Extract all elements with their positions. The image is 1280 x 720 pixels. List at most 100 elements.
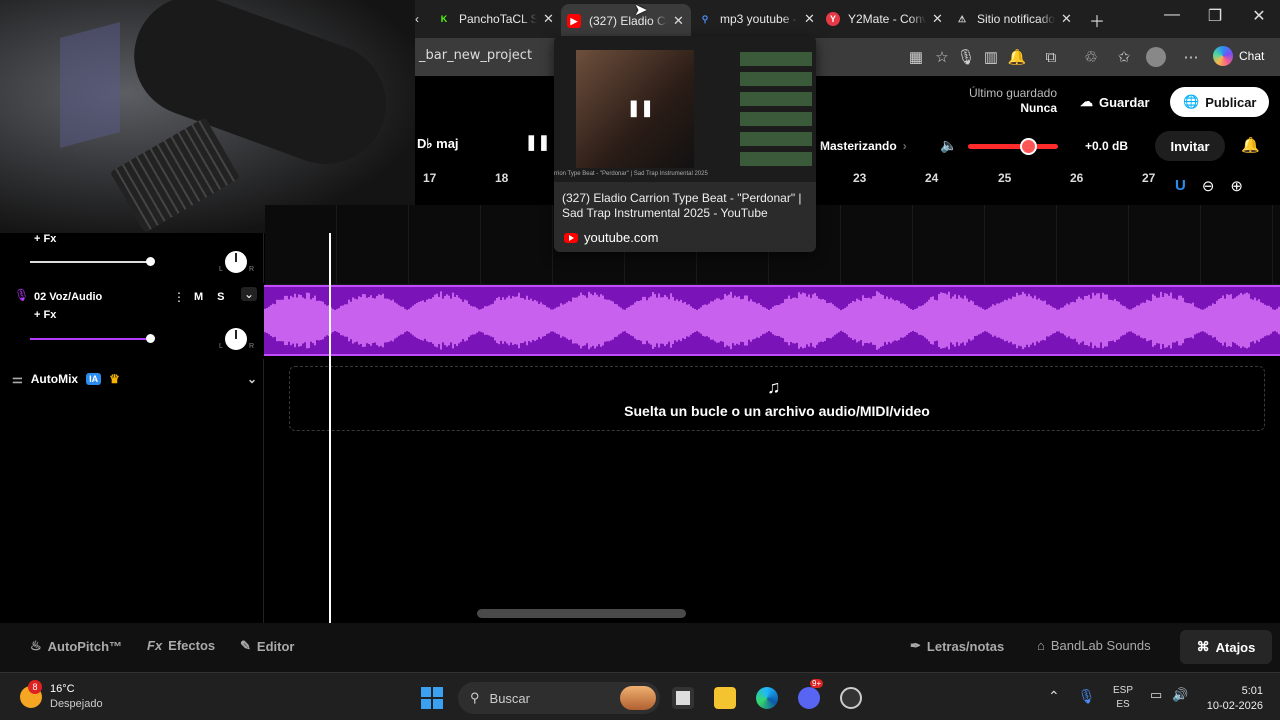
alert-bell-icon[interactable]: 🔔 xyxy=(1006,46,1028,68)
volume-slider[interactable] xyxy=(30,338,150,340)
favorites-icon[interactable]: ✩ xyxy=(1113,46,1135,68)
ruler-mark: 17 xyxy=(423,171,437,185)
tab-preview-tooltip: ❚❚ rrion Type Beat - "Perdonar" | Sad Tr… xyxy=(554,36,816,252)
reader-icon[interactable]: ▥ xyxy=(980,46,1002,68)
mastering-toggle[interactable]: Masterizando › xyxy=(820,139,907,153)
task-view-icon[interactable] xyxy=(672,687,694,709)
ruler-mark: 24 xyxy=(925,171,939,185)
volume-slider-knob[interactable] xyxy=(146,257,155,266)
pencil-icon: ✎ xyxy=(240,638,251,653)
key-signature[interactable]: D♭ maj xyxy=(417,136,459,152)
close-tab-icon[interactable]: ✕ xyxy=(804,11,815,27)
shortcuts-button[interactable]: ⌘ Atajos xyxy=(1180,630,1272,664)
solo-button[interactable]: S xyxy=(217,291,224,303)
split-screen-icon[interactable]: ▦ xyxy=(905,46,927,68)
new-tab-button[interactable]: ＋ xyxy=(1085,8,1109,32)
windows-start-icon[interactable] xyxy=(421,687,443,709)
track-menu-icon[interactable]: ⋮ xyxy=(173,290,185,304)
publish-button[interactable]: 🌐 Publicar xyxy=(1170,87,1270,117)
lyrics-notes-button[interactable]: ✒ Letras/notas xyxy=(910,638,1004,654)
ai-badge: IA xyxy=(86,373,102,385)
weather-widget[interactable]: 8 16°C Despejado xyxy=(20,680,103,712)
language-indicator[interactable]: ESP ES xyxy=(1113,684,1133,712)
ruler-mark: 26 xyxy=(1070,171,1084,185)
chevron-down-icon[interactable]: ⌄ xyxy=(241,287,258,301)
kick-icon: K xyxy=(440,14,448,24)
chevron-down-icon[interactable]: ⌄ xyxy=(247,372,257,386)
playhead[interactable] xyxy=(329,233,331,623)
profile-avatar[interactable] xyxy=(1146,47,1166,67)
tab-youtube[interactable]: ▶ (327) Eladio Car ✕ xyxy=(561,4,691,38)
read-aloud-icon[interactable]: 🎙 xyxy=(955,46,977,68)
discord-icon[interactable]: 9+ xyxy=(798,679,824,709)
close-tab-icon[interactable]: ✕ xyxy=(932,11,943,27)
add-fx-button[interactable]: + Fx xyxy=(34,233,56,245)
system-clock[interactable]: 5:01 10-02-2026 xyxy=(1203,684,1263,714)
ruler-mark: 18 xyxy=(495,171,509,185)
drop-zone[interactable]: ♫ Suelta un bucle o un archivo audio/MID… xyxy=(289,366,1265,431)
chevron-up-icon[interactable]: ⌃ xyxy=(1048,688,1060,705)
file-explorer-icon[interactable] xyxy=(714,687,736,709)
network-icon[interactable]: ▭ xyxy=(1150,687,1162,703)
edge-browser-icon[interactable] xyxy=(756,687,778,709)
tab-kick[interactable]: K PanchoTaCL Str ✕ xyxy=(437,6,554,32)
mute-button[interactable]: M xyxy=(194,291,203,303)
tuning-icon: ♨ xyxy=(30,638,42,653)
browser-essentials-icon[interactable]: ♲ xyxy=(1080,46,1102,68)
horizontal-scrollbar[interactable] xyxy=(477,609,686,618)
tab-search[interactable]: ⚲ mp3 youtube - ✕ xyxy=(698,6,815,32)
mouse-cursor: ➤ xyxy=(634,2,648,19)
master-volume-slider[interactable] xyxy=(968,138,1058,155)
volume-slider-knob[interactable] xyxy=(146,334,155,343)
url-field[interactable]: _bar_new_project xyxy=(419,48,532,63)
volume-icon[interactable]: 🔊 xyxy=(1172,687,1188,703)
pause-icon[interactable]: ❚❚ xyxy=(525,133,550,151)
audio-clip-voz[interactable] xyxy=(263,285,1280,356)
zoom-out-icon[interactable]: ⊖ xyxy=(1202,177,1215,195)
youtube-icon: ▶ xyxy=(567,14,581,28)
automix-row[interactable]: ⚌ AutoMix IA ♛ ⌄ xyxy=(12,372,257,386)
save-button[interactable]: ☁ Guardar xyxy=(1068,87,1162,117)
editor-button[interactable]: ✎ Editor xyxy=(240,638,294,654)
windows-taskbar: 8 16°C Despejado ⚲ Buscar 9+ ⌃ 🎙 ESP ES ▭… xyxy=(0,672,1280,720)
volume-slider[interactable] xyxy=(30,261,150,263)
studio-header: Último guardado Nunca ☁ Guardar 🌐 Public… xyxy=(415,76,1280,171)
microphone-icon[interactable]: 🎙 xyxy=(1078,688,1096,705)
speaker-icon[interactable]: 🔈 xyxy=(940,137,957,154)
invite-button[interactable]: Invitar xyxy=(1155,131,1225,161)
volume-db-readout: +0.0 dB xyxy=(1085,139,1129,153)
minimize-button[interactable]: — xyxy=(1160,6,1184,24)
tab-notified[interactable]: ⚠ Sitio notificado ✕ xyxy=(955,6,1072,32)
close-tab-icon[interactable]: ✕ xyxy=(543,11,554,27)
pan-knob[interactable] xyxy=(225,328,247,350)
favorite-star-icon[interactable]: ☆ xyxy=(931,46,953,68)
add-music-icon: ♫ xyxy=(767,377,781,397)
more-menu-icon[interactable]: ⋯ xyxy=(1180,46,1202,68)
warning-icon: ⚠ xyxy=(957,13,967,24)
ruler-mark: 23 xyxy=(853,171,867,185)
zoom-in-icon[interactable]: ⊕ xyxy=(1230,177,1243,195)
obs-icon[interactable] xyxy=(840,687,862,709)
timeline-ruler[interactable]: 17 18 23 24 25 26 27 U ⊖ ⊕ xyxy=(415,171,1280,205)
effects-button[interactable]: Fx Efectos xyxy=(147,638,215,653)
autopitch-button[interactable]: ♨ AutoPitch™ xyxy=(30,638,122,654)
close-tab-icon[interactable]: ✕ xyxy=(673,13,684,29)
close-tab-icon[interactable]: ✕ xyxy=(1061,11,1072,27)
add-fx-button[interactable]: + Fx xyxy=(34,309,56,321)
volume-slider-knob[interactable] xyxy=(1020,138,1037,155)
close-window-button[interactable]: ✕ xyxy=(1247,6,1271,26)
tab-y2mate[interactable]: Y Y2Mate - Conv ✕ xyxy=(826,6,943,32)
fx-icon: Fx xyxy=(147,638,163,653)
bottom-toolbar: ♨ AutoPitch™ Fx Efectos ✎ Editor ✒ Letras/no… xyxy=(0,623,1280,672)
extensions-icon[interactable]: ⧉ xyxy=(1040,46,1062,68)
notifications-bell-icon[interactable]: 🔔 xyxy=(1241,136,1260,154)
maximize-button[interactable]: ❐ xyxy=(1203,6,1227,26)
snap-magnet-icon[interactable]: U xyxy=(1175,177,1186,195)
taskbar-search[interactable]: ⚲ Buscar xyxy=(458,682,660,714)
chevron-right-icon: › xyxy=(902,139,907,153)
bandlab-sounds-button[interactable]: ⌂ BandLab Sounds xyxy=(1037,638,1151,653)
track-header-2[interactable]: 🎙 02 Voz/Audio ⋮ M S ⌄ + Fx L R xyxy=(4,283,264,359)
pan-knob[interactable] xyxy=(225,251,247,273)
copilot-chat-button[interactable]: Chat xyxy=(1213,46,1264,66)
tab-scroll-left[interactable]: ‹ xyxy=(415,6,419,32)
